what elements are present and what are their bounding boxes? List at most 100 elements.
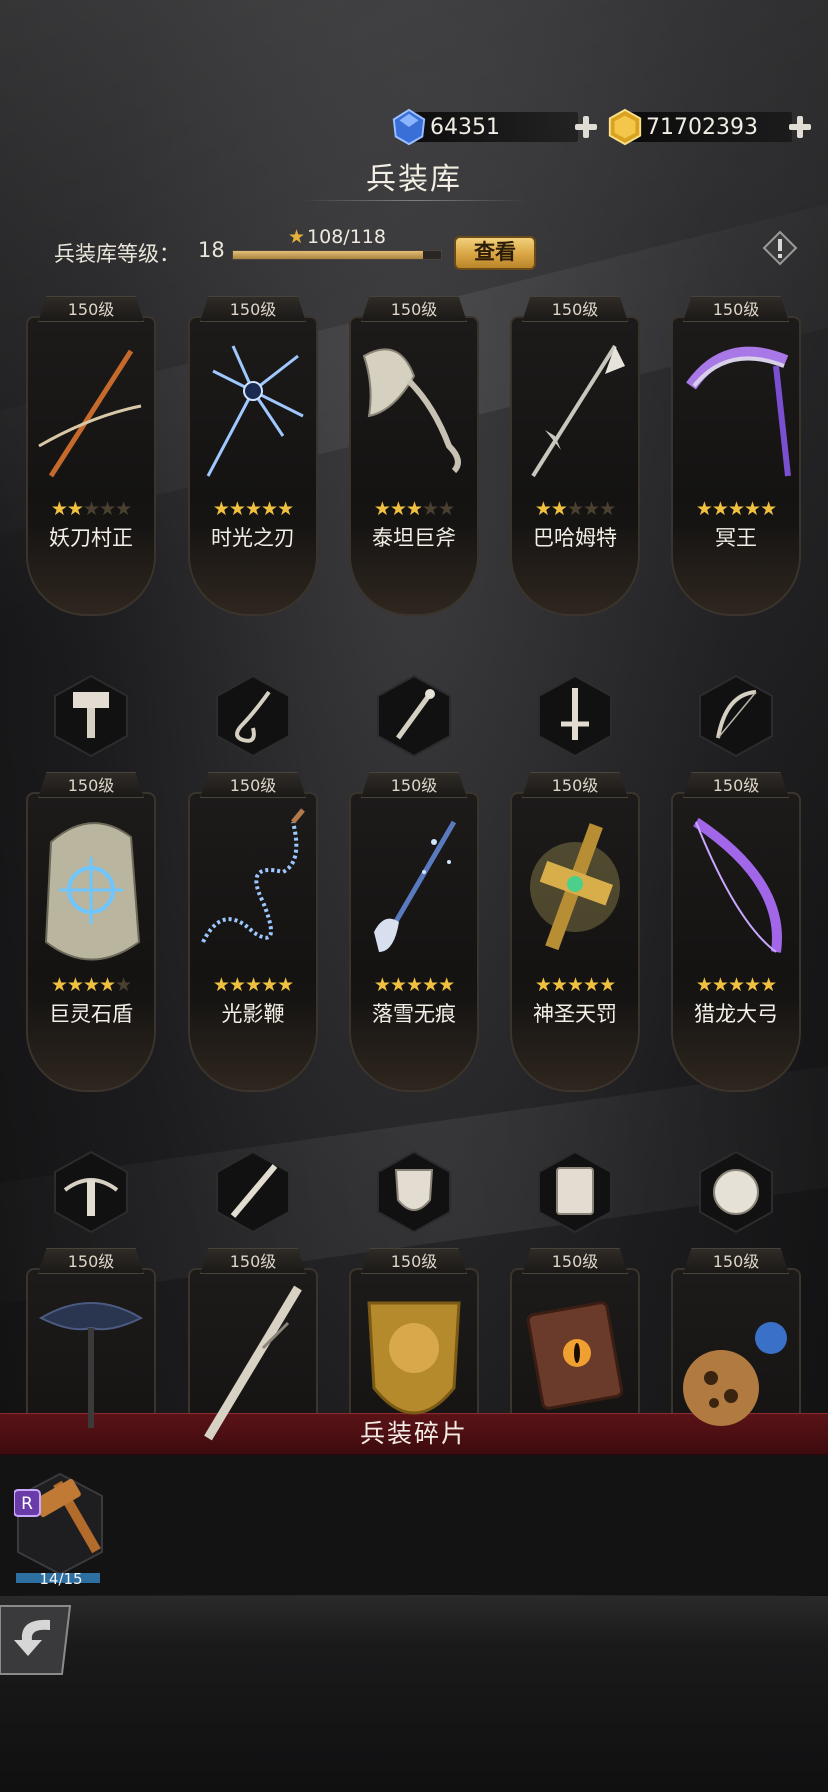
star-icon: ★ [389,974,407,996]
fragment-count: 14/15 [16,1570,106,1588]
weapon-name: 巨灵石盾 [49,1002,133,1026]
book-icon[interactable] [535,1150,615,1234]
weapon-stars: ★★★★★ [26,974,156,996]
staff-icon[interactable] [374,674,454,758]
gold-counter: 71702393 [606,108,814,146]
fragments-panel [0,1455,828,1595]
hammer-icon[interactable] [51,674,131,758]
weapon-card[interactable]: 150级 ★★★★★ 神圣天罚 [510,772,640,1112]
weapon-level: 150级 [522,1248,628,1274]
star-icon: ★ [389,498,407,520]
weapon-art [204,1285,302,1441]
star-icon: ★ [50,974,68,996]
star-icon: ★ [534,498,552,520]
gold-coin-icon [608,108,642,146]
view-button[interactable]: 查看 [454,236,536,270]
weapon-stars: ★★★★★ [671,498,801,520]
weapon-art [686,346,791,477]
weapon-card[interactable]: 150级 ★★★★★ 泰坦巨斧 [349,296,479,636]
crossbow-icon[interactable] [51,1150,131,1234]
weapon-card[interactable]: 150级 ★★★★★ 巴哈姆特 [510,296,640,636]
weapon-name: 泰坦巨斧 [372,526,456,550]
shield-icon[interactable] [374,1150,454,1234]
weapon-art [44,822,141,961]
weapon-level: 150级 [361,772,467,798]
star-icon: ★ [760,974,777,996]
weapon-name: 猎龙大弓 [694,1002,778,1026]
star-icon: ★ [744,498,761,520]
weapon-art [367,1301,461,1415]
weapon-level: 150级 [200,1248,306,1274]
star-icon: ★ [244,974,262,996]
weapon-name: 冥王 [715,526,757,550]
weapon-level: 150级 [200,772,306,798]
blue-gem-icon [392,108,426,146]
star-icon: ★ [261,498,278,520]
weapon-level: 150级 [683,296,789,322]
star-icon: ★ [599,974,616,996]
info-icon[interactable] [762,230,798,266]
star-icon: ★ [711,498,729,520]
star-icon: ★ [583,498,600,520]
weapon-name: 妖刀村正 [49,526,133,550]
weapon-card[interactable]: 150级 ★★★★★ 光影鞭 [188,772,318,1112]
sword-icon[interactable] [535,674,615,758]
rifle-icon[interactable] [213,1150,293,1234]
star-icon: ★ [244,498,262,520]
weapon-card[interactable]: 150级 ★★★★★ 猎龙大弓 [671,772,801,1112]
weapon-stars: ★★★★★ [510,498,640,520]
back-arrow-icon[interactable] [0,1600,76,1680]
star-icon: ★ [695,974,713,996]
fragment-item[interactable]: R [13,1470,106,1580]
star-icon: ★ [760,498,777,520]
armory-level-value: 18 [198,238,225,262]
title-divider [300,200,528,201]
star-icon: ★ [212,498,230,520]
star-icon: ★ [438,498,455,520]
star-icon: ★ [261,974,278,996]
star-icon: ★ [438,974,455,996]
star-icon: ★ [66,498,84,520]
star-icon: ★ [405,974,423,996]
star-icon: ★ [115,498,132,520]
whip-icon[interactable] [213,674,293,758]
weapon-name: 巴哈姆特 [533,526,617,550]
weapon-card[interactable]: 150级 ★★★★★ 冥王 [671,296,801,636]
star-icon: ★ [534,974,552,996]
orb-icon[interactable] [696,1150,776,1234]
add-gems-button[interactable] [572,113,600,141]
add-gold-button[interactable] [786,113,814,141]
star-icon: ★ [373,498,391,520]
page-title: 兵装库 [366,162,462,197]
star-icon: ★ [599,498,616,520]
weapon-card[interactable]: 150级 ★★★★★ 落雪无痕 [349,772,479,1112]
armory-level-row: 兵装库等级： 18 ★ 108/118 查看 [54,226,798,270]
weapon-level: 150级 [38,1248,144,1274]
armory-level-label: 兵装库等级： [54,242,180,266]
gems-value: 64351 [430,114,500,140]
weapon-card[interactable]: 150级 ★★★★★ 妖刀村正 [26,296,156,636]
rarity-label: R [21,1494,33,1514]
weapon-level: 150级 [522,296,628,322]
weapon-art [374,820,457,952]
star-icon: ★ [566,974,584,996]
gold-value: 71702393 [646,114,758,140]
star-icon: ★ [405,498,423,520]
weapon-art [683,1322,787,1426]
star-icon: ★ [212,974,230,996]
weapon-card[interactable]: 150级 ★★★★★ 时光之刃 [188,296,318,636]
weapon-art [38,349,142,478]
bow-icon[interactable] [696,674,776,758]
star-icon: ★ [373,974,391,996]
star-icon: ★ [288,226,306,248]
weapon-name: 落雪无痕 [372,1002,456,1026]
weapon-art [693,817,782,953]
weapon-art [530,823,620,951]
star-icon: ★ [277,974,294,996]
weapon-art [201,808,305,943]
weapon-art [526,1301,624,1410]
star-icon: ★ [727,974,745,996]
weapon-card[interactable]: 150级 ★★★★★ 巨灵石盾 [26,772,156,1112]
gems-counter: 64351 [390,108,600,146]
weapon-art [531,344,625,478]
